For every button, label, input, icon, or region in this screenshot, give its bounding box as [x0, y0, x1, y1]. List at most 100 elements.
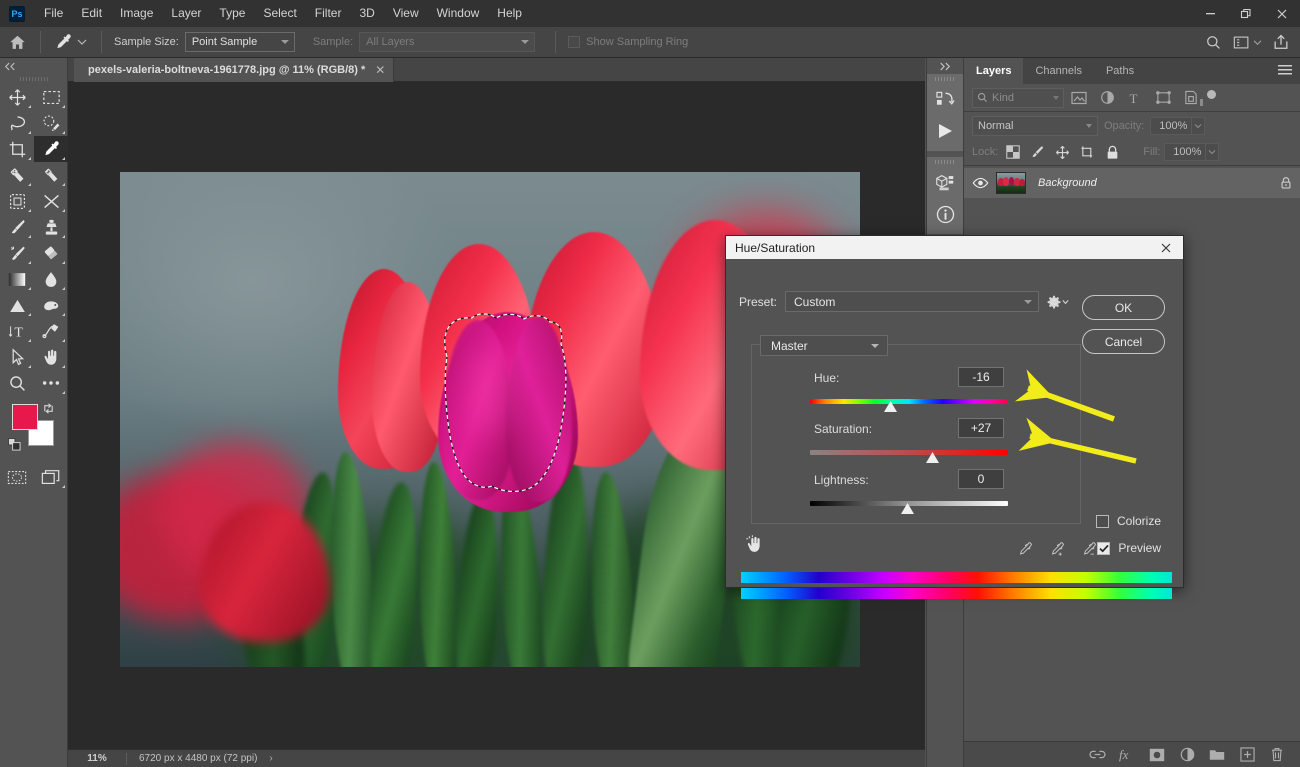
toolbar-grip[interactable]	[0, 74, 67, 84]
table-row[interactable]: Background	[964, 168, 1300, 198]
filter-type-button[interactable]: T	[1122, 87, 1148, 109]
gradient-tool[interactable]	[0, 266, 34, 292]
chevron-right-icon[interactable]: ›	[269, 753, 272, 764]
dodge-tool[interactable]	[0, 292, 34, 318]
restore-button[interactable]	[1228, 0, 1264, 27]
menu-view[interactable]: View	[384, 0, 428, 27]
preview-row[interactable]: Preview	[1097, 541, 1161, 555]
minimize-button[interactable]	[1192, 0, 1228, 27]
rail-grip-1[interactable]	[927, 74, 963, 83]
search-button[interactable]	[1198, 29, 1228, 55]
saturation-input[interactable]: +27	[958, 418, 1004, 438]
show-sampling-ring-checkbox[interactable]	[568, 36, 581, 48]
eyedropper-tool[interactable]	[34, 136, 68, 162]
lock-image-button[interactable]	[1027, 142, 1048, 162]
lasso-tool[interactable]	[0, 110, 34, 136]
brush-tool[interactable]	[0, 214, 34, 240]
lock-all-button[interactable]	[1102, 142, 1123, 162]
layer-kind-filter[interactable]: Kind	[972, 87, 1064, 108]
zoom-tool[interactable]	[0, 370, 34, 396]
default-colors-icon[interactable]	[8, 438, 21, 454]
hue-input[interactable]: -16	[958, 367, 1004, 387]
crop-tool[interactable]	[0, 136, 34, 162]
opacity-stepper[interactable]	[1192, 116, 1206, 135]
menu-type[interactable]: Type	[210, 0, 254, 27]
tab-channels[interactable]: Channels	[1023, 58, 1093, 84]
frame-tool[interactable]	[0, 188, 34, 214]
screen-mode-tool[interactable]	[34, 464, 68, 490]
shuffle-tool[interactable]	[34, 188, 68, 214]
panel-menu-icon[interactable]	[1278, 65, 1292, 79]
type-tool[interactable]: T	[0, 318, 34, 344]
workspace-button[interactable]	[1232, 29, 1262, 55]
fill-input[interactable]: 100%	[1164, 143, 1207, 161]
menu-layer[interactable]: Layer	[162, 0, 210, 27]
clone-stamp-tool[interactable]	[34, 214, 68, 240]
swap-colors-icon[interactable]	[42, 402, 55, 418]
patch-tool[interactable]	[34, 162, 68, 188]
lock-transparency-button[interactable]	[1002, 142, 1023, 162]
menu-file[interactable]: File	[35, 0, 72, 27]
tab-paths[interactable]: Paths	[1094, 58, 1146, 84]
toolbar-collapse-button[interactable]	[0, 58, 67, 74]
dialog-close-button[interactable]	[1155, 237, 1177, 258]
spot-healing-brush-tool[interactable]	[0, 162, 34, 188]
blur-tool[interactable]	[34, 266, 68, 292]
preset-gear-button[interactable]	[1047, 295, 1069, 309]
rail-3d-button[interactable]	[927, 166, 963, 198]
filter-pixel-button[interactable]	[1066, 87, 1092, 109]
tool-preset-picker[interactable]	[47, 27, 95, 58]
saturation-slider-track[interactable]	[810, 450, 1008, 455]
move-tool[interactable]	[0, 84, 34, 110]
menu-edit[interactable]: Edit	[72, 0, 111, 27]
tab-layers[interactable]: Layers	[964, 58, 1024, 84]
filter-adjustment-button[interactable]	[1094, 87, 1120, 109]
rail-collapse-button[interactable]	[927, 58, 963, 74]
path-selection-tool[interactable]	[0, 344, 34, 370]
burn-tool[interactable]	[34, 292, 68, 318]
menu-select[interactable]: Select	[254, 0, 305, 27]
layer-thumbnail[interactable]	[996, 172, 1026, 194]
eyedropper-minus-button[interactable]	[1081, 541, 1097, 560]
eyedropper-plus-button[interactable]	[1049, 541, 1065, 560]
document-tab[interactable]: pexels-valeria-boltneva-1961778.jpg @ 11…	[74, 58, 395, 82]
close-icon[interactable]: ✕	[375, 63, 385, 77]
share-button[interactable]	[1266, 29, 1296, 55]
dialog-title-bar[interactable]: Hue/Saturation	[726, 236, 1183, 259]
foreground-color-swatch[interactable]	[12, 404, 38, 430]
layer-mask-button[interactable]	[1148, 746, 1166, 764]
home-button[interactable]	[0, 27, 34, 58]
sample-select[interactable]: All Layers	[359, 32, 536, 52]
sample-size-select[interactable]: Point Sample	[184, 32, 295, 52]
preview-checkbox[interactable]	[1097, 541, 1111, 555]
opacity-input[interactable]: 100%	[1150, 116, 1193, 135]
mixer-brush-tool[interactable]	[0, 240, 34, 266]
menu-filter[interactable]: Filter	[306, 0, 351, 27]
link-layers-button[interactable]	[1088, 746, 1106, 764]
menu-image[interactable]: Image	[111, 0, 162, 27]
hand-tool[interactable]	[34, 344, 68, 370]
rectangular-marquee-tool[interactable]	[34, 84, 68, 110]
rail-info-button[interactable]	[927, 198, 963, 230]
menu-window[interactable]: Window	[428, 0, 489, 27]
cancel-button[interactable]: Cancel	[1082, 329, 1165, 354]
colorize-row[interactable]: Colorize	[1095, 514, 1161, 528]
on-image-adjust-button[interactable]	[744, 534, 764, 557]
lock-artboard-button[interactable]	[1077, 142, 1098, 162]
rail-grip-2[interactable]	[927, 157, 963, 166]
object-selection-tool[interactable]	[34, 110, 68, 136]
fill-stepper[interactable]	[1206, 143, 1220, 161]
hue-slider-track[interactable]	[810, 399, 1008, 404]
lock-position-button[interactable]	[1052, 142, 1073, 162]
colorize-checkbox[interactable]	[1095, 514, 1109, 528]
channel-select[interactable]: Master	[760, 335, 888, 356]
layer-style-button[interactable]: fx	[1118, 746, 1136, 764]
filter-toggle[interactable]	[1200, 89, 1216, 106]
eraser-tool[interactable]	[34, 240, 68, 266]
menu-3d[interactable]: 3D	[350, 0, 383, 27]
rail-play-button[interactable]	[927, 115, 963, 147]
filter-shape-button[interactable]	[1150, 87, 1176, 109]
edit-toolbar-button[interactable]	[34, 370, 68, 396]
eyedropper-button[interactable]	[1017, 541, 1033, 560]
lightness-input[interactable]: 0	[958, 469, 1004, 489]
